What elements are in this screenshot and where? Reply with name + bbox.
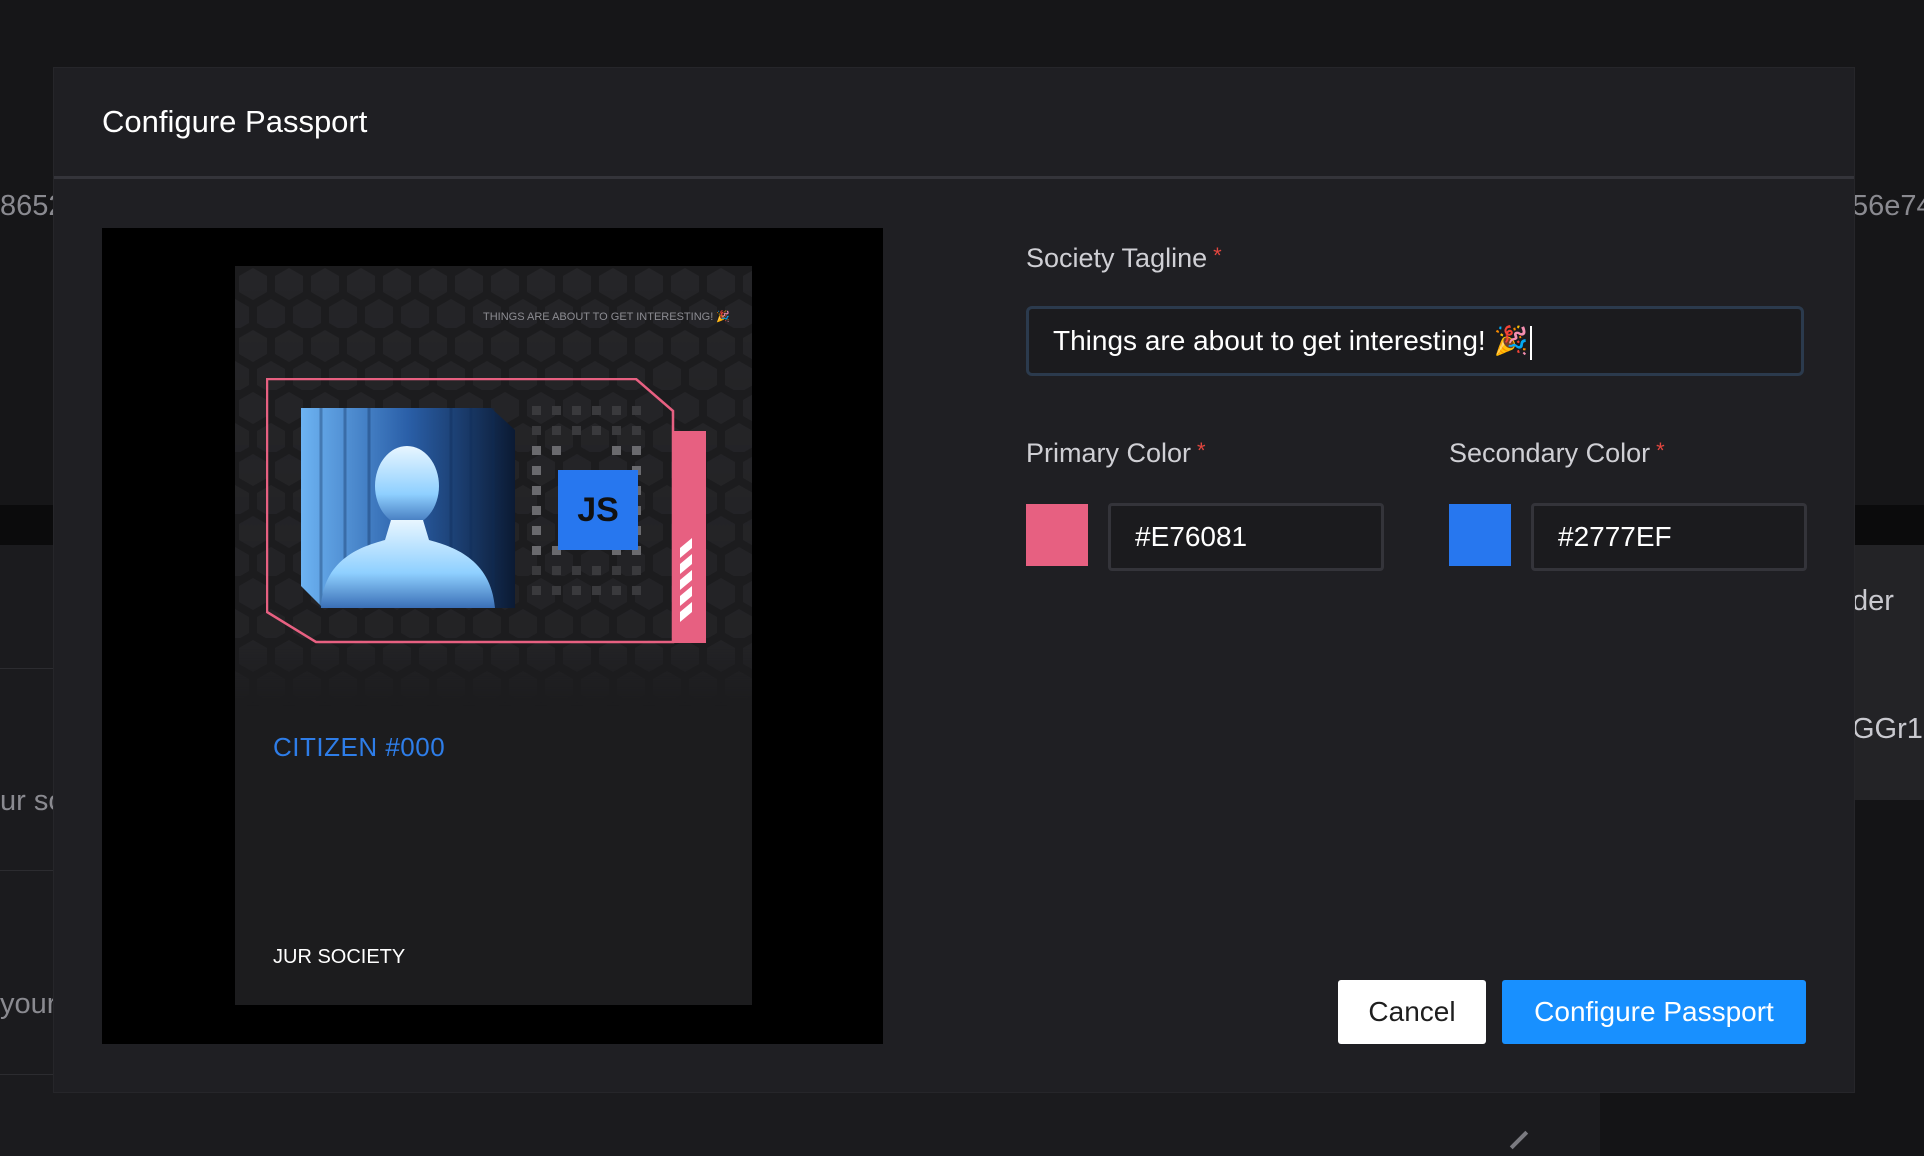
tagline-input[interactable]: Things are about to get interesting! 🎉	[1026, 306, 1804, 376]
configure-passport-modal: Configure Passport THINGS ARE ABOUT TO G…	[54, 68, 1854, 1092]
card-tagline: THINGS ARE ABOUT TO GET INTERESTING! 🎉	[483, 311, 730, 323]
primary-color-swatch[interactable]	[1026, 504, 1088, 566]
background-address-right: 56e74	[1852, 190, 1924, 222]
secondary-color-value: #2777EF	[1558, 521, 1672, 552]
secondary-color-input[interactable]: #2777EF	[1531, 503, 1807, 571]
cancel-button[interactable]: Cancel	[1338, 980, 1486, 1044]
primary-color-label: Primary Color *	[1026, 438, 1206, 469]
required-mark: *	[1197, 438, 1206, 463]
secondary-color-swatch[interactable]	[1449, 504, 1511, 566]
background-column-header: der	[1852, 585, 1894, 617]
primary-color-label-text: Primary Color	[1026, 438, 1192, 468]
required-mark: *	[1656, 438, 1665, 463]
required-mark: *	[1213, 243, 1222, 268]
primary-color-input[interactable]: #E76081	[1108, 503, 1384, 571]
background-cell-value: GGr1	[1852, 713, 1923, 745]
background-row-text: your	[0, 988, 57, 1020]
passport-card: THINGS ARE ABOUT TO GET INTERESTING! 🎉 J…	[235, 266, 752, 1005]
modal-header: Configure Passport	[54, 68, 1854, 179]
tagline-label-text: Society Tagline	[1026, 243, 1208, 273]
background-row-divider	[0, 870, 60, 871]
primary-color-value: #E76081	[1135, 521, 1248, 552]
society-name: JUR SOCIETY	[273, 946, 406, 968]
initials-badge: JS	[558, 470, 638, 550]
background-row-divider	[0, 1074, 60, 1075]
passport-preview: THINGS ARE ABOUT TO GET INTERESTING! 🎉 J…	[102, 228, 883, 1044]
secondary-color-label: Secondary Color *	[1449, 438, 1665, 469]
secondary-color-label-text: Secondary Color	[1449, 438, 1651, 468]
background-row-divider	[0, 668, 60, 669]
text-caret	[1530, 325, 1533, 360]
tagline-label: Society Tagline *	[1026, 243, 1222, 274]
tagline-input-value: Things are about to get interesting! 🎉	[1053, 325, 1529, 356]
modal-title: Configure Passport	[102, 104, 368, 139]
configure-passport-button[interactable]: Configure Passport	[1502, 980, 1806, 1044]
avatar-silhouette-icon	[301, 408, 515, 608]
citizen-number: CITIZEN #000	[273, 732, 446, 762]
